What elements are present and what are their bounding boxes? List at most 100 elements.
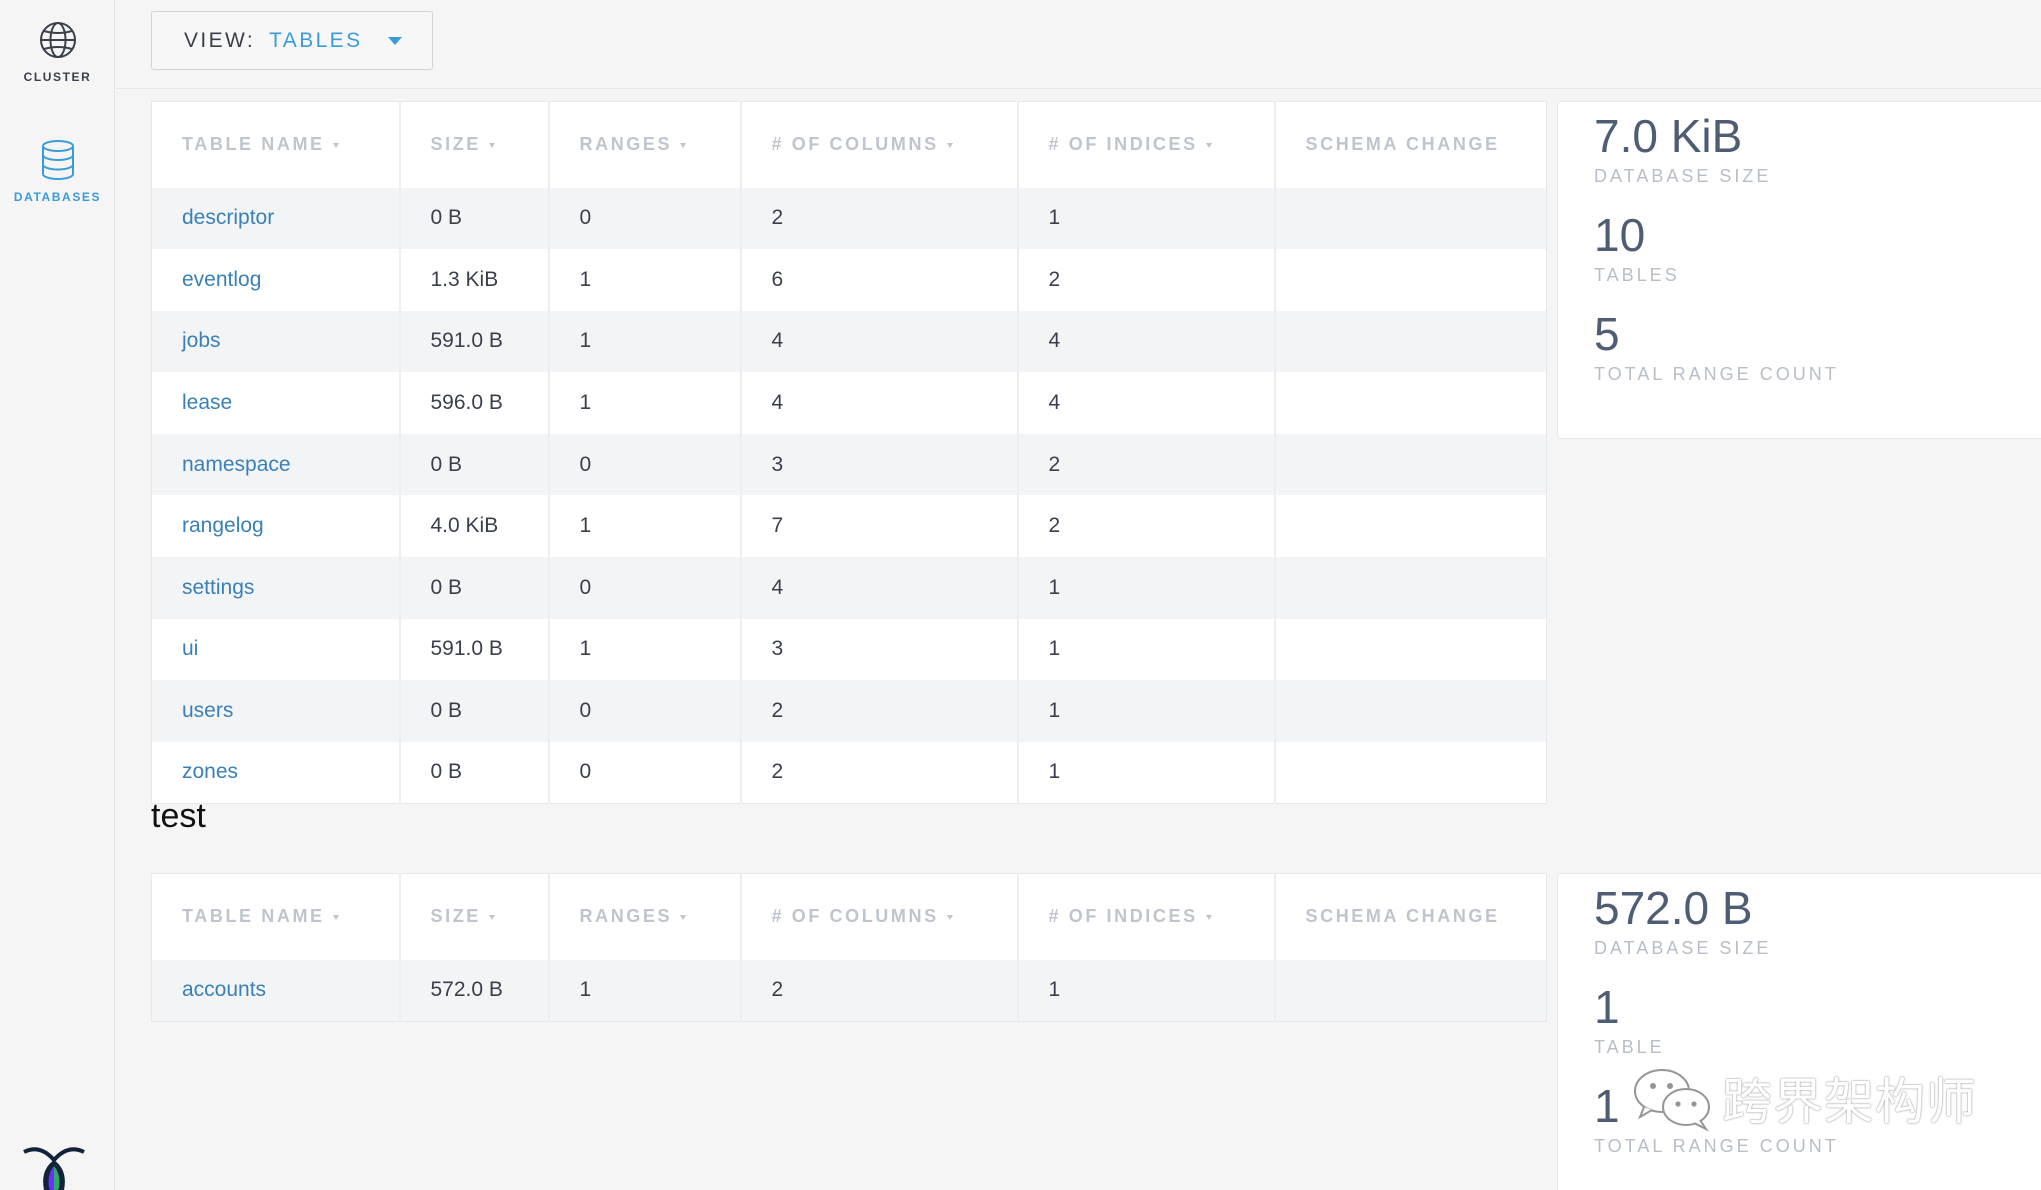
column-header-columns[interactable]: # OF COLUMNS	[739, 873, 1018, 960]
cell-indices: 1	[1016, 557, 1275, 619]
cell-table-name[interactable]: ui	[151, 618, 400, 681]
cell-indices: 1	[1016, 680, 1275, 742]
column-header-label: TABLE NAME	[182, 906, 325, 927]
stat-label: DATABASE SIZE	[1594, 166, 1772, 186]
stat-value: 7.0 KiB	[1594, 110, 1743, 162]
table-link[interactable]: rangelog	[182, 514, 264, 537]
sort-caret-icon	[332, 143, 339, 148]
sort-caret-icon	[680, 915, 687, 920]
cell-columns: 3	[739, 433, 1018, 496]
table-row[interactable]: ui 591.0 B131	[151, 618, 1547, 681]
cell-table-name[interactable]: lease	[151, 372, 400, 434]
cell-ranges: 1	[547, 310, 741, 373]
cell-schema-change	[1273, 741, 1547, 804]
column-header-schema-change: SCHEMA CHANGE	[1273, 873, 1547, 960]
column-header-indices[interactable]: # OF INDICES	[1016, 873, 1275, 960]
cell-size: 1.3 KiB	[398, 249, 549, 311]
wechat-icon	[1634, 1069, 1710, 1132]
column-header-size[interactable]: SIZE	[398, 101, 549, 188]
table-header-row: TABLE NAME SIZE RANGES # OF COLUMNS # OF…	[151, 873, 1547, 960]
table-row[interactable]: zones 0 B021	[151, 741, 1547, 804]
table-header-row: TABLE NAME SIZE RANGES # OF COLUMNS # OF…	[151, 101, 1547, 188]
cell-table-name[interactable]: eventlog	[151, 249, 400, 311]
stat-value: 10	[1594, 209, 1646, 261]
table-link[interactable]: namespace	[182, 453, 291, 476]
cell-table-name[interactable]: zones	[151, 741, 400, 804]
cell-schema-change	[1273, 249, 1547, 311]
table-row[interactable]: eventlog 1.3 KiB 1 6 2	[151, 249, 1547, 311]
tables-table: TABLE NAME SIZE RANGES # OF COLUMNS # OF…	[151, 873, 1547, 1022]
column-header-schema-change: SCHEMA CHANGE	[1273, 101, 1547, 188]
cell-indices: 1	[1016, 187, 1275, 250]
table-link[interactable]: eventlog	[182, 268, 261, 291]
cell-table-name[interactable]: accounts	[151, 959, 400, 1022]
cell-ranges: 0	[547, 433, 741, 496]
table-link[interactable]: descriptor	[182, 206, 274, 229]
table-link[interactable]: users	[182, 699, 233, 722]
table-row[interactable]: settings 0 B041	[151, 557, 1547, 619]
sort-caret-icon	[488, 915, 495, 920]
table-row[interactable]: descriptor 0 B021	[151, 187, 1547, 250]
column-header-label: # OF INDICES	[1048, 906, 1198, 927]
column-header-label: SIZE	[430, 906, 481, 927]
sort-caret-icon	[680, 143, 687, 148]
table-row[interactable]: rangelog 4.0 KiB 1 7 2	[151, 495, 1547, 558]
cell-table-name[interactable]: namespace	[151, 433, 400, 496]
column-header-ranges[interactable]: RANGES	[547, 101, 741, 188]
cell-size: 591.0 B	[398, 618, 549, 681]
table-row[interactable]: users 0 B021	[151, 680, 1547, 742]
cell-ranges: 1	[547, 959, 741, 1022]
watermark-text: 跨界架构师	[1722, 1073, 1977, 1131]
table-row[interactable]: namespace 0 B032	[151, 433, 1547, 496]
column-header-label: # OF COLUMNS	[771, 906, 939, 927]
column-header-table-name[interactable]: TABLE NAME	[151, 873, 400, 960]
cell-columns: 4	[739, 310, 1018, 373]
cell-table-name[interactable]: jobs	[151, 310, 400, 373]
cell-table-name[interactable]: descriptor	[151, 187, 400, 250]
database-heading: test	[151, 797, 206, 835]
table-row[interactable]: accounts 572.0 B121	[151, 959, 1547, 1022]
column-header-indices[interactable]: # OF INDICES	[1016, 101, 1275, 188]
cell-table-name[interactable]: rangelog	[151, 495, 400, 558]
cell-size: 0 B	[398, 741, 549, 804]
stat-value: 572.0 B	[1594, 882, 1753, 934]
table-row[interactable]: lease 596.0 B144	[151, 372, 1547, 434]
cell-columns: 6	[739, 249, 1018, 311]
cell-table-name[interactable]: settings	[151, 557, 400, 619]
table-link[interactable]: lease	[182, 391, 232, 414]
cell-size: 591.0 B	[398, 310, 549, 373]
cell-size: 0 B	[398, 433, 549, 496]
sidebar-item-cluster[interactable]: CLUSTER	[0, 18, 115, 84]
cell-ranges: 0	[547, 187, 741, 250]
cell-columns: 7	[739, 495, 1018, 558]
stat-range-count: 5 TOTAL RANGE COUNT	[1594, 310, 1839, 385]
cell-table-name[interactable]: users	[151, 680, 400, 742]
view-select-dropdown[interactable]: VIEW: TABLES	[151, 11, 433, 70]
table-link[interactable]: zones	[182, 760, 238, 783]
column-header-columns[interactable]: # OF COLUMNS	[739, 101, 1018, 188]
table-link[interactable]: settings	[182, 576, 254, 599]
cell-size: 0 B	[398, 557, 549, 619]
stat-database-size: 7.0 KiB DATABASE SIZE	[1594, 112, 1771, 187]
table-link[interactable]: ui	[182, 637, 198, 660]
table-row[interactable]: jobs 591.0 B144	[151, 310, 1547, 373]
stat-tables: 10 TABLES	[1594, 211, 1680, 286]
cell-size: 0 B	[398, 680, 549, 742]
stat-tables: 1 TABLE	[1594, 983, 1665, 1058]
cell-schema-change	[1273, 433, 1547, 496]
sidebar-item-databases[interactable]: DATABASES	[0, 138, 115, 204]
table-link[interactable]: jobs	[182, 329, 221, 352]
cell-columns: 4	[739, 557, 1018, 619]
cell-indices: 2	[1016, 495, 1275, 558]
column-header-label: # OF INDICES	[1048, 134, 1198, 155]
column-header-ranges[interactable]: RANGES	[547, 873, 741, 960]
cell-columns: 2	[739, 741, 1018, 804]
header-divider	[116, 88, 2041, 89]
cell-columns: 4	[739, 372, 1018, 434]
cell-columns: 2	[739, 680, 1018, 742]
database-summary-panel: 7.0 KiB DATABASE SIZE 10 TABLES 5 TOTAL …	[1557, 101, 2041, 439]
column-header-size[interactable]: SIZE	[398, 873, 549, 960]
table-link[interactable]: accounts	[182, 978, 266, 1001]
stat-value: 5	[1594, 308, 1620, 360]
column-header-table-name[interactable]: TABLE NAME	[151, 101, 400, 188]
